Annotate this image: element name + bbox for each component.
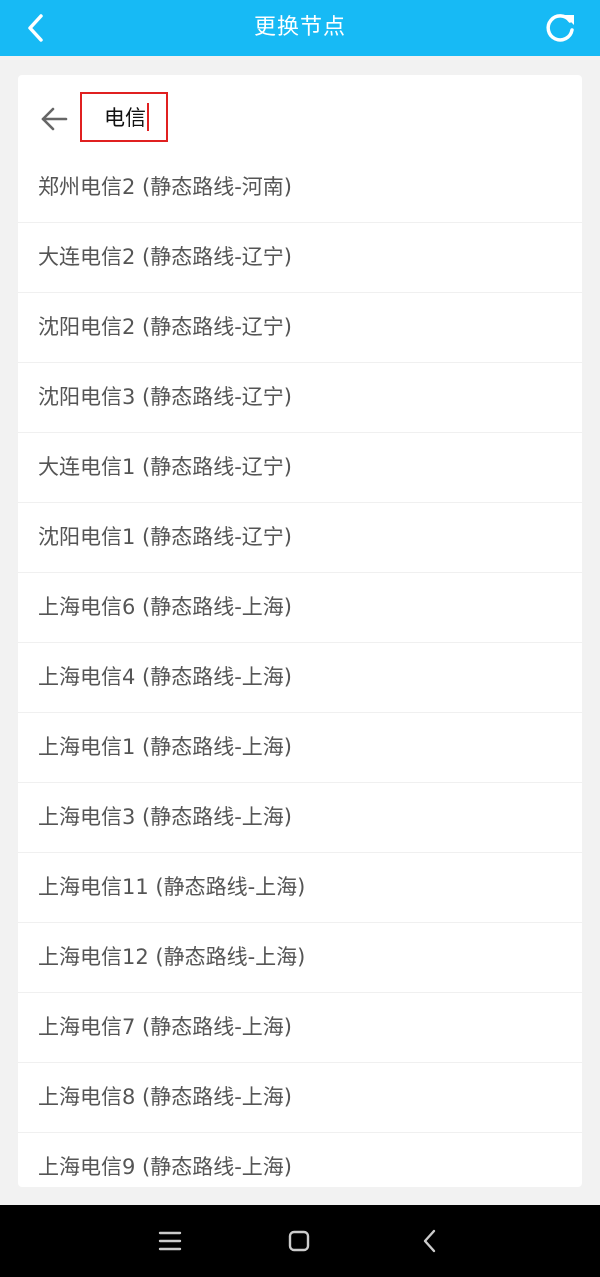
nav-home-button[interactable] bbox=[281, 1223, 317, 1259]
node-item[interactable]: 上海电信6 (静态路线-上海) bbox=[18, 573, 582, 643]
refresh-button[interactable] bbox=[540, 8, 580, 48]
node-item[interactable]: 沈阳电信2 (静态路线-辽宁) bbox=[18, 293, 582, 363]
page-title: 更换节点 bbox=[253, 15, 346, 40]
back-chevron-icon bbox=[423, 1229, 436, 1253]
refresh-icon bbox=[546, 14, 574, 42]
arrow-left-icon bbox=[41, 107, 68, 131]
node-item[interactable]: 大连电信1 (静态路线-辽宁) bbox=[18, 433, 582, 503]
node-list: 郑州电信2 (静态路线-河南) 大连电信2 (静态路线-辽宁) 沈阳电信2 (静… bbox=[18, 153, 582, 1187]
system-nav-bar bbox=[0, 1205, 600, 1277]
node-item[interactable]: 上海电信8 (静态路线-上海) bbox=[18, 1063, 582, 1133]
node-item[interactable]: 上海电信1 (静态路线-上海) bbox=[18, 713, 582, 783]
node-item[interactable]: 上海电信3 (静态路线-上海) bbox=[18, 783, 582, 853]
home-square-icon bbox=[288, 1230, 310, 1252]
top-bar: 更换节点 bbox=[0, 0, 600, 56]
node-item[interactable]: 上海电信4 (静态路线-上海) bbox=[18, 643, 582, 713]
app-root: 更换节点 电信 郑州电信2 (静态路线-河南) 大连电信2 (静态路线-辽宁) bbox=[0, 0, 600, 1277]
nav-menu-button[interactable] bbox=[152, 1223, 188, 1259]
node-item[interactable]: 大连电信2 (静态路线-辽宁) bbox=[18, 223, 582, 293]
node-item[interactable]: 上海电信7 (静态路线-上海) bbox=[18, 993, 582, 1063]
node-item[interactable]: 郑州电信2 (静态路线-河南) bbox=[18, 153, 582, 223]
menu-icon bbox=[158, 1231, 182, 1251]
node-item[interactable]: 上海电信12 (静态路线-上海) bbox=[18, 923, 582, 993]
node-item[interactable]: 沈阳电信3 (静态路线-辽宁) bbox=[18, 363, 582, 433]
search-input-value: 电信 bbox=[104, 106, 146, 130]
node-item[interactable]: 上海电信11 (静态路线-上海) bbox=[18, 853, 582, 923]
node-item[interactable]: 上海电信9 (静态路线-上海) bbox=[18, 1133, 582, 1187]
node-item[interactable]: 沈阳电信1 (静态路线-辽宁) bbox=[18, 503, 582, 573]
text-caret bbox=[147, 103, 149, 131]
node-list-card: 电信 郑州电信2 (静态路线-河南) 大连电信2 (静态路线-辽宁) 沈阳电信2… bbox=[18, 75, 582, 1187]
search-row: 电信 bbox=[18, 75, 582, 161]
search-back-button[interactable] bbox=[36, 101, 72, 137]
search-input[interactable]: 电信 bbox=[80, 92, 168, 142]
nav-back-button[interactable] bbox=[412, 1223, 448, 1259]
